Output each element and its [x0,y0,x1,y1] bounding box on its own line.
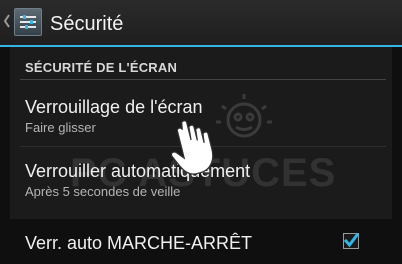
up-caret-icon[interactable] [3,14,11,28]
pref-summary-screen-lock: Faire glisser [25,120,96,135]
pref-title-auto-lock: Verrouiller automatiquement [25,161,251,181]
pref-summary-auto-lock: Après 5 secondes de veille [25,184,181,199]
action-bar: Sécurité [0,0,402,47]
settings-sliders-icon[interactable] [14,8,42,36]
checkbox-checked-icon[interactable] [343,233,359,249]
section-divider [20,79,386,80]
page-title[interactable]: Sécurité [50,13,123,35]
pref-title-power-button-lock: Verr. auto MARCHE-ARRÊT [25,233,253,253]
pref-title-screen-lock: Verrouillage de l'écran [25,97,203,117]
hand-pointer-icon [170,120,214,175]
section-header: SÉCURITÉ DE L'ÉCRAN [25,60,178,75]
